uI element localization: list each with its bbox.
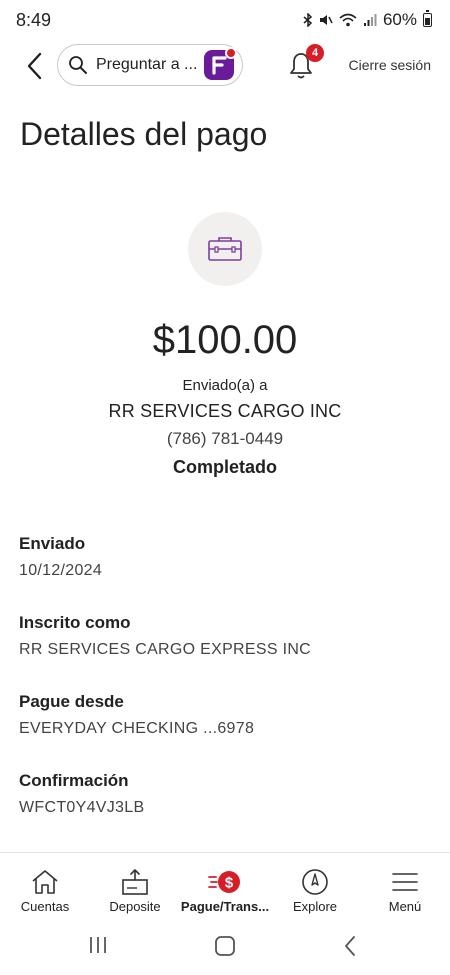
recipient-phone: (786) 781-0449 bbox=[166, 429, 284, 448]
bluetooth-icon bbox=[303, 13, 313, 27]
detail-label-sent: Enviado bbox=[19, 534, 86, 553]
page-title: Detalles del pago bbox=[20, 116, 268, 152]
system-nav-bar bbox=[0, 918, 450, 975]
home-button[interactable] bbox=[214, 935, 236, 957]
nav-label-menu: Menú bbox=[388, 899, 422, 914]
nav-label-accounts: Cuentas bbox=[20, 899, 70, 914]
app-header: Preguntar a ... 4 Cierre sesión bbox=[0, 44, 450, 88]
system-back-button[interactable] bbox=[343, 935, 357, 957]
nav-label-deposit: Deposite bbox=[109, 899, 161, 914]
sent-to-label: Enviado(a) a bbox=[182, 377, 268, 394]
nav-label-explore: Explore bbox=[292, 899, 338, 914]
wifi-icon bbox=[339, 13, 357, 27]
compass-icon bbox=[301, 867, 329, 897]
status-time: 8:49 bbox=[16, 10, 52, 30]
menu-icon bbox=[391, 867, 419, 897]
recent-apps-icon bbox=[90, 937, 106, 953]
nav-pay-transfer[interactable]: $ Pague/Trans... bbox=[180, 853, 270, 919]
ask-fargo-search[interactable]: Preguntar a ... bbox=[57, 44, 243, 86]
detail-value-confirmation: WFCT0Y4VJ3LB bbox=[19, 799, 145, 816]
payee-avatar bbox=[188, 212, 262, 286]
status-bar: 8:49 60% bbox=[0, 0, 450, 40]
search-placeholder: Preguntar a ... bbox=[96, 56, 198, 73]
notifications-button[interactable]: 4 bbox=[288, 44, 324, 82]
home-square-icon bbox=[215, 936, 235, 956]
nav-accounts[interactable]: Cuentas bbox=[0, 853, 90, 919]
payment-status: Completado bbox=[172, 457, 277, 477]
nav-label-pay-transfer: Pague/Trans... bbox=[180, 899, 270, 914]
signal-icon bbox=[363, 13, 377, 27]
pay-transfer-icon: $ bbox=[208, 867, 242, 897]
recent-apps-button[interactable] bbox=[88, 935, 108, 955]
detail-value-pay-from: EVERYDAY CHECKING ...6978 bbox=[19, 720, 255, 737]
nav-explore[interactable]: Explore bbox=[270, 853, 360, 919]
detail-label-enrolled-as: Inscrito como bbox=[19, 613, 131, 632]
nav-menu[interactable]: Menú bbox=[360, 853, 450, 919]
detail-value-enrolled-as: RR SERVICES CARGO EXPRESS INC bbox=[19, 641, 312, 658]
nav-deposit[interactable]: Deposite bbox=[90, 853, 180, 919]
search-icon bbox=[68, 55, 88, 75]
bottom-nav: Cuentas Deposite $ Pague/Trans... Explor… bbox=[0, 852, 450, 919]
signout-link[interactable]: Cierre sesión bbox=[349, 57, 431, 73]
notification-badge: 4 bbox=[306, 44, 324, 62]
system-back-icon bbox=[345, 936, 355, 956]
briefcase-icon bbox=[208, 237, 242, 261]
detail-label-confirmation: Confirmación bbox=[19, 771, 129, 790]
back-button[interactable] bbox=[20, 50, 48, 82]
payment-amount: $100.00 bbox=[152, 318, 298, 362]
battery-percent: 60% bbox=[382, 10, 417, 29]
mute-icon bbox=[319, 13, 333, 27]
fargo-assistant-icon bbox=[204, 47, 237, 80]
svg-text:$: $ bbox=[225, 875, 234, 892]
home-icon bbox=[31, 867, 59, 897]
detail-label-pay-from: Pague desde bbox=[19, 692, 124, 711]
detail-value-sent: 10/12/2024 bbox=[19, 562, 103, 579]
status-icons: 60% bbox=[303, 10, 432, 30]
battery-icon bbox=[423, 10, 432, 27]
recipient-name: RR SERVICES CARGO INC bbox=[108, 401, 342, 421]
chevron-left-icon bbox=[27, 52, 42, 80]
deposit-icon bbox=[121, 867, 149, 897]
